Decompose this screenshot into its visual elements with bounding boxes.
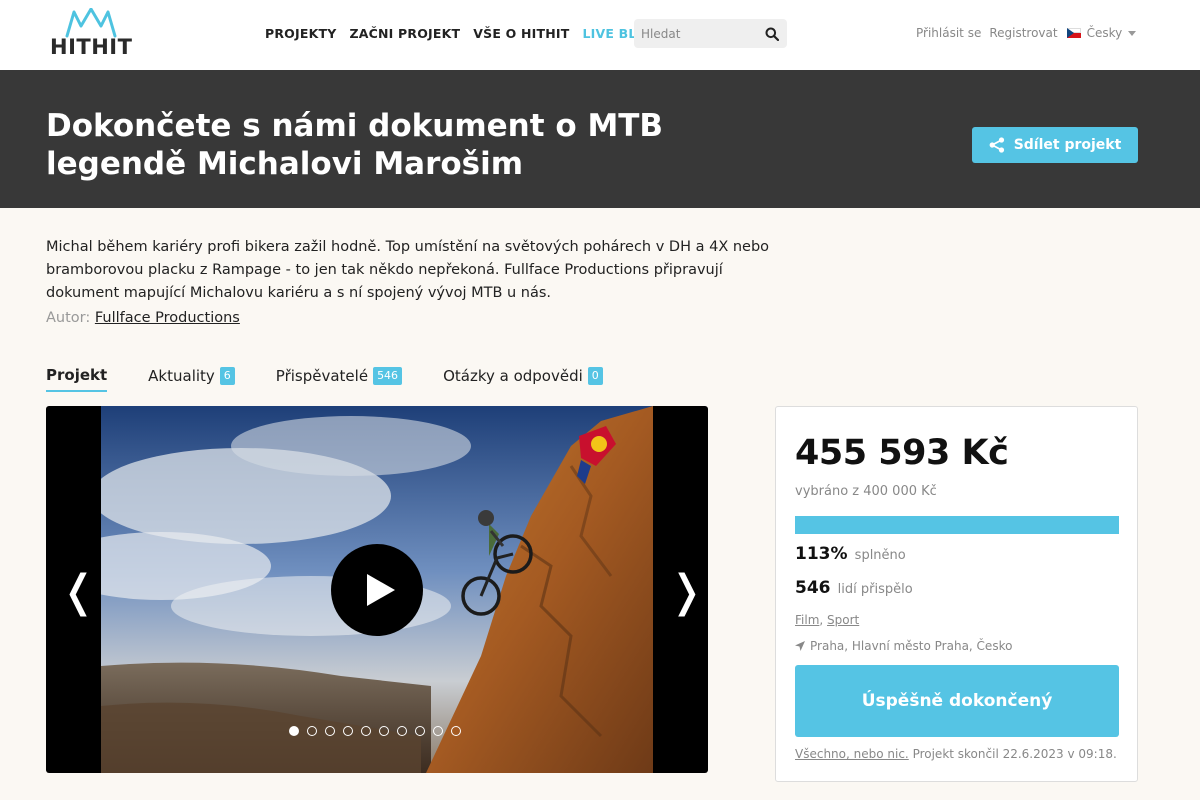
- language-selector[interactable]: Česky: [1066, 26, 1137, 40]
- project-author: Autor: Fullface Productions: [46, 310, 240, 326]
- tab-label: Aktuality: [148, 367, 215, 385]
- project-status-button[interactable]: Úspěšně dokončený: [795, 665, 1119, 737]
- project-media-gallery: ❬ ❭: [46, 406, 708, 773]
- gallery-dot[interactable]: [289, 726, 299, 736]
- funding-summary-card: 455 593 Kč vybráno z 400 000 Kč 113% spl…: [775, 406, 1138, 782]
- gallery-next-arrow[interactable]: ❭: [668, 566, 705, 617]
- gallery-dot[interactable]: [307, 726, 317, 736]
- author-link[interactable]: Fullface Productions: [95, 310, 240, 326]
- tab-label: Otázky a odpovědi: [443, 367, 583, 385]
- percent-value: 113%: [795, 544, 848, 564]
- search-input[interactable]: [634, 19, 759, 48]
- gallery-dot[interactable]: [433, 726, 443, 736]
- category-film-link[interactable]: Film: [795, 613, 819, 627]
- category-sport-link[interactable]: Sport: [827, 613, 859, 627]
- nav-projekty[interactable]: PROJEKTY: [265, 26, 336, 41]
- backers-label: lidí přispělo: [837, 582, 913, 597]
- location-text: Praha, Hlavní město Praha, Česko: [810, 639, 1013, 653]
- tab-projekt[interactable]: Projekt: [46, 366, 108, 392]
- top-navigation: HITHIT PROJEKTY ZAČNI PROJEKT VŠE O HITH…: [0, 0, 1200, 70]
- czech-flag-icon: [1066, 28, 1081, 38]
- search-icon[interactable]: [765, 26, 780, 42]
- share-icon: [989, 137, 1004, 153]
- ended-text: Projekt skončil 22.6.2023 v 09:18.: [908, 747, 1117, 761]
- gallery-pagination: [289, 726, 461, 736]
- amount-raised: 455 593 Kč: [795, 433, 1009, 473]
- funding-progress-fill: [795, 516, 1119, 534]
- percent-funded: 113% splněno: [795, 544, 906, 564]
- main-nav: PROJEKTY ZAČNI PROJEKT VŠE O HITHIT LIVE…: [265, 26, 657, 41]
- tab-count-badge: 546: [373, 367, 403, 385]
- gallery-dot[interactable]: [343, 726, 353, 736]
- project-location: Praha, Hlavní město Praha, Česko: [795, 639, 1012, 653]
- tab-label: Projekt: [46, 366, 108, 384]
- project-banner: Dokončete s námi dokument o MTB legendě …: [0, 70, 1200, 208]
- project-tabs: Projekt Aktuality 6 Přispěvatelé 546 Otá…: [46, 366, 644, 392]
- tab-count-badge: 0: [587, 367, 603, 385]
- funding-progress-bar: [795, 516, 1119, 534]
- tab-otazky[interactable]: Otázky a odpovědi 0: [443, 366, 603, 392]
- hithit-logo[interactable]: HITHIT: [50, 8, 133, 59]
- tab-aktuality[interactable]: Aktuality 6: [148, 366, 235, 392]
- gallery-dot[interactable]: [415, 726, 425, 736]
- backers-count: 546 lidí přispělo: [795, 578, 913, 598]
- tab-label: Přispěvatelé: [275, 367, 369, 385]
- all-or-nothing-link[interactable]: Všechno, nebo nic.: [795, 747, 909, 761]
- play-icon: [367, 574, 395, 606]
- author-prefix: Autor:: [46, 310, 91, 326]
- project-description: Michal během kariéry profi bikera zažil …: [46, 239, 770, 301]
- gallery-dot[interactable]: [361, 726, 371, 736]
- gallery-dot[interactable]: [379, 726, 389, 736]
- logo-text: HITHIT: [50, 35, 133, 59]
- gallery-dot[interactable]: [325, 726, 335, 736]
- project-title: Dokončete s námi dokument o MTB legendě …: [46, 108, 664, 182]
- search-box: [634, 19, 787, 48]
- chevron-down-icon: [1128, 30, 1137, 36]
- register-link[interactable]: Registrovat: [989, 26, 1057, 40]
- gallery-dot[interactable]: [397, 726, 407, 736]
- category-separator: ,: [819, 613, 828, 627]
- project-categories: Film, Sport: [795, 613, 859, 627]
- tab-prispevatele[interactable]: Přispěvatelé 546: [275, 366, 403, 392]
- funding-goal: vybráno z 400 000 Kč: [795, 484, 937, 499]
- gallery-dot[interactable]: [451, 726, 461, 736]
- nav-vse-o-hithit[interactable]: VŠE O HITHIT: [473, 26, 569, 41]
- login-link[interactable]: Přihlásit se: [916, 26, 981, 40]
- percent-label: splněno: [854, 548, 906, 563]
- nav-zacni-projekt[interactable]: ZAČNI PROJEKT: [349, 26, 460, 41]
- gallery-prev-arrow[interactable]: ❬: [60, 566, 97, 617]
- share-project-button[interactable]: Sdílet projekt: [972, 127, 1138, 163]
- tab-count-badge: 6: [219, 367, 235, 385]
- account-nav: Přihlásit se Registrovat Česky: [916, 26, 1137, 40]
- project-ended-note: Všechno, nebo nic. Projekt skončil 22.6.…: [795, 747, 1117, 761]
- backers-value: 546: [795, 578, 831, 598]
- play-video-button[interactable]: [331, 544, 423, 636]
- share-button-label: Sdílet projekt: [1013, 137, 1122, 153]
- location-arrow-icon: [795, 641, 805, 651]
- logo-crown-icon: [65, 8, 117, 38]
- language-label: Česky: [1086, 26, 1123, 40]
